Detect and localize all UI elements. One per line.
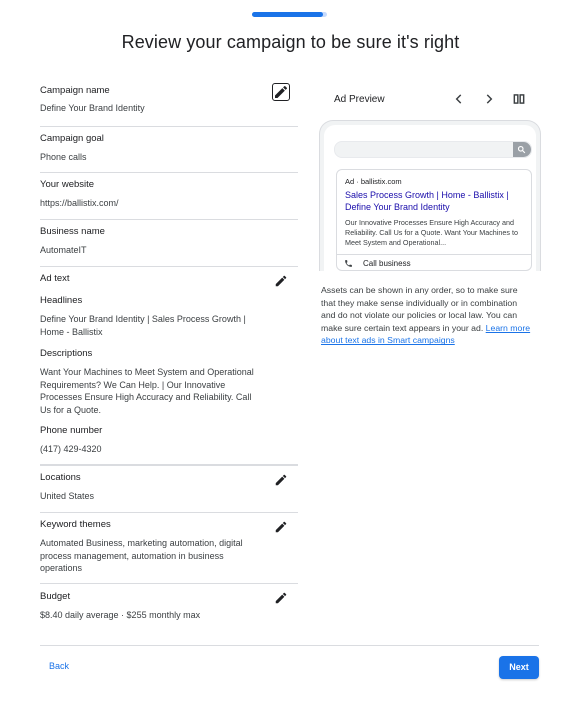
- ad-card: Ad · ballistix.com Sales Process Growth …: [336, 169, 532, 271]
- pencil-icon: [275, 592, 287, 604]
- campaign-goal-label: Campaign goal: [40, 133, 104, 144]
- campaign-name-value: Define Your Brand Identity: [40, 103, 145, 113]
- page-title: Review your campaign to be sure it's rig…: [121, 32, 460, 52]
- phone-icon: [345, 260, 352, 267]
- ad-call-extension: Call business: [337, 254, 531, 271]
- section-website: Your website https://ballistix.com/: [40, 173, 298, 220]
- section-business-name: Business name AutomateIT: [40, 220, 298, 267]
- preview-layout-button[interactable]: [512, 92, 526, 106]
- pencil-icon: [275, 85, 288, 98]
- campaign-summary: Campaign name Define Your Brand Identity…: [40, 78, 298, 634]
- campaign-goal-value: Phone calls: [40, 152, 87, 162]
- assets-note: Assets can be shown in any order, so to …: [321, 284, 533, 347]
- section-campaign-name: Campaign name Define Your Brand Identity: [40, 78, 298, 127]
- mock-search-bar: [334, 141, 532, 158]
- descriptions-value: Want Your Machines to Meet System and Op…: [40, 367, 254, 415]
- website-label: Your website: [40, 179, 95, 190]
- keyword-themes-label: Keyword themes: [40, 519, 111, 530]
- next-preview-button[interactable]: [482, 92, 496, 106]
- pencil-icon: [275, 521, 287, 533]
- headlines-value: Define Your Brand Identity | Sales Proce…: [40, 314, 246, 337]
- footer-divider: [40, 645, 539, 646]
- keyword-themes-value: Automated Business, marketing automation…: [40, 538, 243, 573]
- ad-text-label: Ad text: [40, 273, 70, 284]
- phone-screen: Ad · ballistix.com Sales Process Growth …: [324, 125, 536, 271]
- edit-keyword-themes-button[interactable]: [274, 520, 288, 534]
- section-locations: Locations United States: [40, 466, 298, 513]
- mock-search-button: [513, 142, 531, 157]
- phone-mockup: Ad · ballistix.com Sales Process Growth …: [319, 120, 541, 271]
- pencil-icon: [275, 474, 287, 486]
- search-icon: [517, 145, 526, 154]
- descriptions-label: Descriptions: [40, 348, 93, 359]
- edit-campaign-name-button[interactable]: [272, 83, 290, 101]
- ad-headline: Sales Process Growth | Home - Ballistix …: [345, 190, 509, 212]
- chevron-left-icon: [455, 94, 462, 104]
- edit-budget-button[interactable]: [274, 591, 288, 605]
- ad-meta: Ad · ballistix.com: [345, 177, 402, 186]
- campaign-name-label: Campaign name: [40, 85, 110, 96]
- locations-value: United States: [40, 491, 95, 501]
- section-ad-text: Ad text Headlines Define Your Brand Iden…: [40, 267, 298, 466]
- edit-locations-button[interactable]: [274, 473, 288, 487]
- budget-label: Budget: [40, 591, 71, 602]
- phone-number-label: Phone number: [40, 425, 103, 436]
- business-name-value: AutomateIT: [40, 245, 87, 255]
- phone-number-value: (417) 429-4320: [40, 444, 102, 454]
- chevron-right-icon: [486, 94, 493, 104]
- section-keyword-themes: Keyword themes Automated Business, marke…: [40, 513, 298, 584]
- progress-bar-fill: [252, 12, 324, 17]
- business-name-label: Business name: [40, 226, 105, 237]
- ad-preview-title: Ad Preview: [334, 94, 385, 105]
- budget-value: $8.40 daily average · $255 monthly max: [40, 610, 201, 620]
- headlines-label: Headlines: [40, 295, 83, 306]
- website-value: https://ballistix.com/: [40, 198, 119, 208]
- progress-bar: [252, 12, 327, 17]
- edit-ad-text-button[interactable]: [274, 274, 288, 288]
- section-campaign-goal: Campaign goal Phone calls: [40, 127, 298, 173]
- locations-label: Locations: [40, 472, 81, 483]
- next-button[interactable]: Next: [499, 656, 539, 679]
- pencil-icon: [275, 275, 287, 287]
- back-button[interactable]: Back: [49, 661, 69, 671]
- ad-description: Our Innovative Processes Ensure High Acc…: [345, 218, 518, 247]
- columns-icon: [513, 94, 525, 104]
- ad-call-label: Call business: [363, 259, 411, 268]
- section-budget: Budget $8.40 daily average · $255 monthl…: [40, 584, 298, 634]
- previous-preview-button[interactable]: [452, 92, 466, 106]
